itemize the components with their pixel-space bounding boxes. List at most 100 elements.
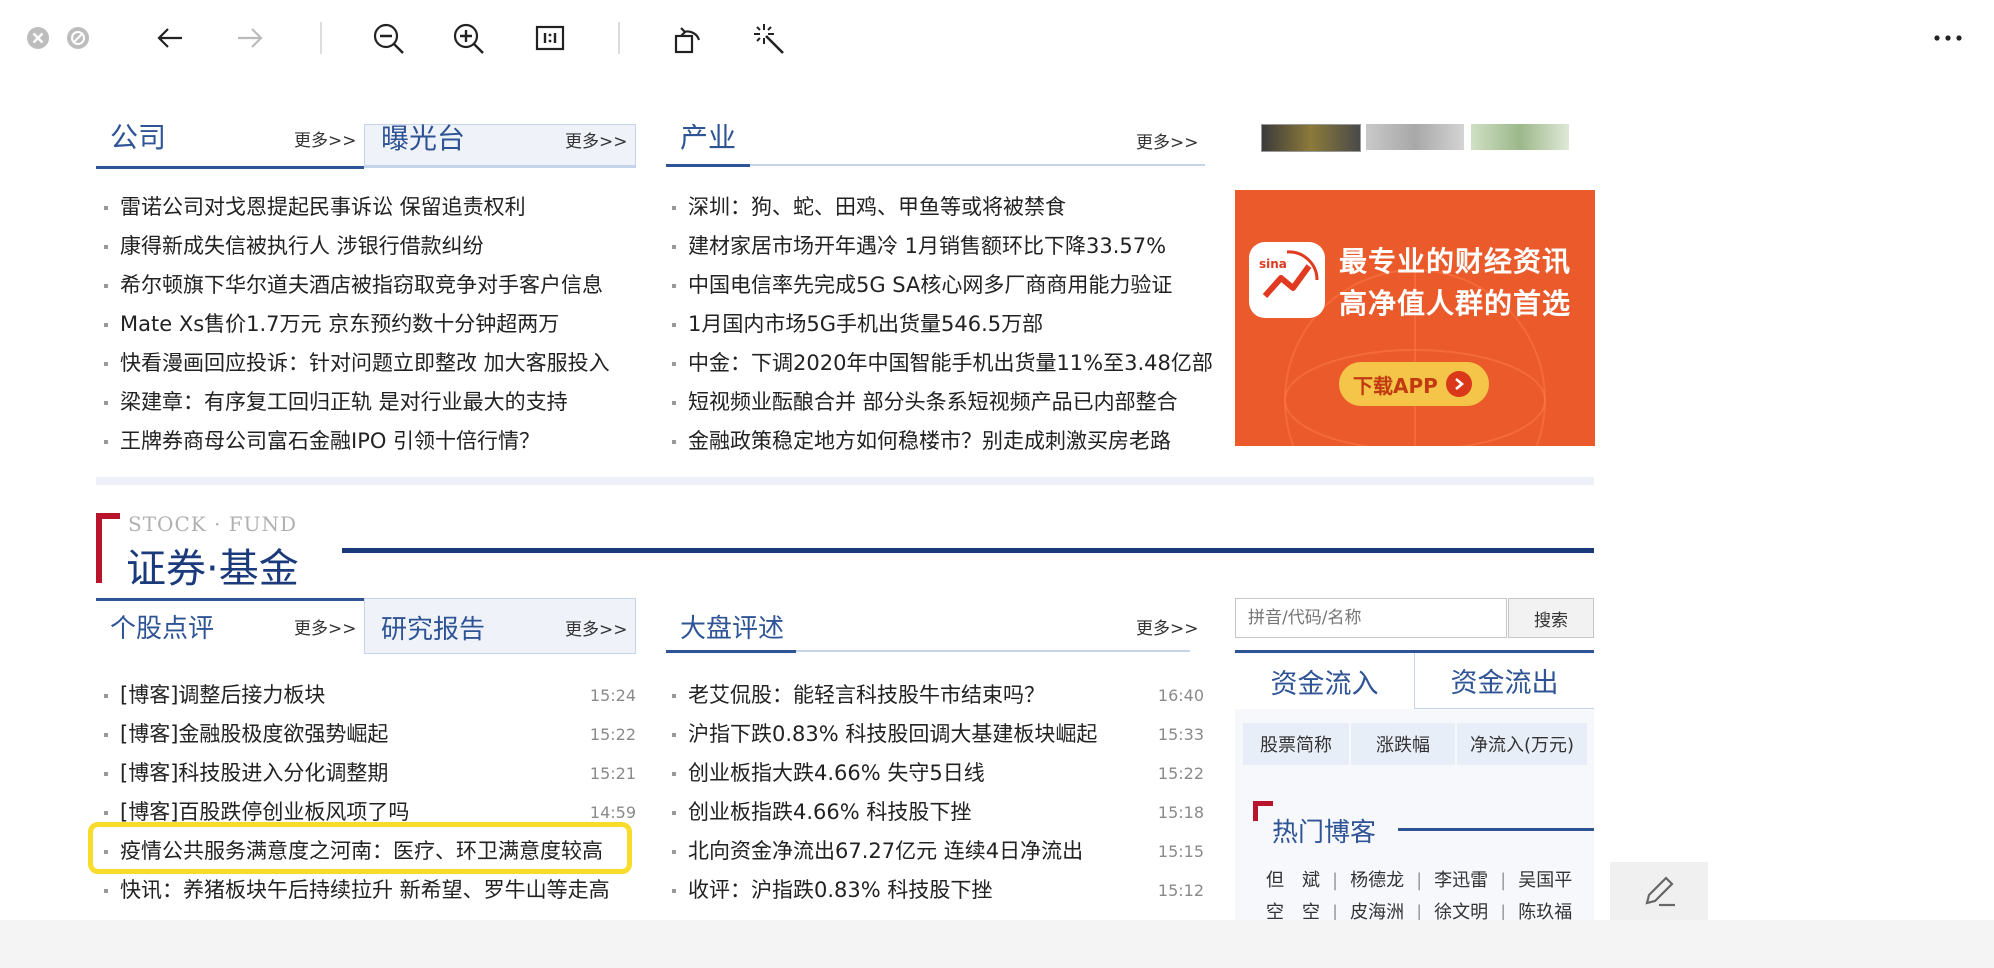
list-item[interactable]: 收评：沪指跌0.83% 科技股下挫 15:12: [672, 871, 1204, 910]
list-item[interactable]: 创业板指大跌4.66% 失守5日线 15:22: [672, 754, 1204, 793]
news-link[interactable]: 王牌券商母公司富石金融IPO 引领十倍行情？: [120, 422, 540, 461]
news-link[interactable]: 1月国内市场5G手机出货量546.5万部: [688, 305, 1043, 344]
section-underline: [750, 164, 1205, 166]
blogger-link[interactable]: 杨德龙: [1350, 870, 1404, 891]
blogger-link[interactable]: 陈玖福: [1518, 902, 1572, 920]
list-item[interactable]: 金融政策稳定地方如何稳楼市？别走成刺激买房老路: [672, 422, 1212, 461]
back-arrow-icon[interactable]: [154, 22, 186, 54]
news-link[interactable]: [博客]调整后接力板块: [120, 676, 325, 715]
news-link[interactable]: 希尔顿旗下华尔道夫酒店被指窃取竞争对手客户信息: [120, 266, 603, 305]
news-link[interactable]: 深圳：狗、蛇、田鸡、甲鱼等或将被禁食: [688, 188, 1066, 227]
news-link[interactable]: [博客]百股跌停创业板风项了吗: [120, 793, 409, 823]
news-link[interactable]: 短视频业酝酿合并 部分头条系短视频产品已内部整合: [688, 383, 1178, 422]
list-item[interactable]: [博客]金融股极度欲强势崛起 15:22: [104, 715, 636, 754]
company-title[interactable]: 公司: [110, 124, 166, 156]
blogger-link[interactable]: 但 斌: [1266, 870, 1320, 891]
tab-research-report[interactable]: 研究报告 更多>>: [364, 598, 636, 654]
news-link[interactable]: [博客]科技股进入分化调整期: [120, 754, 388, 793]
list-item[interactable]: 中金：下调2020年中国智能手机出货量11%至3.48亿部: [672, 344, 1213, 383]
news-link[interactable]: 快看漫画回应投诉：针对问题立即整改 加大客服投入: [120, 344, 610, 383]
stock-review-title[interactable]: 个股点评: [110, 608, 214, 645]
magic-wand-icon[interactable]: [752, 22, 786, 56]
list-item[interactable]: [博客]调整后接力板块 15:24: [104, 676, 636, 715]
list-item[interactable]: 希尔顿旗下华尔道夫酒店被指窃取竞争对手客户信息: [104, 266, 644, 305]
news-link[interactable]: 北向资金净流出67.27亿元 连续4日净流出: [688, 832, 1083, 871]
download-app-button[interactable]: 下载APP: [1339, 362, 1489, 406]
more-horizontal-icon[interactable]: [1932, 26, 1964, 50]
list-item[interactable]: 中国电信率先完成5G SA核心网多厂商商用能力验证: [672, 266, 1212, 305]
market-review-title[interactable]: 大盘评述: [680, 608, 784, 645]
list-item[interactable]: 快讯：养猪板块午后持续拉升 新希望、罗牛山等走高: [104, 871, 636, 910]
list-item[interactable]: [博客]百股跌停创业板风项了吗 14:59: [104, 793, 636, 823]
list-item[interactable]: 短视频业酝酿合并 部分头条系短视频产品已内部整合: [672, 383, 1212, 422]
list-item[interactable]: 雷诺公司对戈恩提起民事诉讼 保留追责权利: [104, 188, 644, 227]
close-icon[interactable]: [26, 26, 50, 50]
forward-arrow-icon[interactable]: [234, 22, 266, 54]
exposure-more-link[interactable]: 更多>>: [565, 127, 628, 152]
search-button[interactable]: 搜索: [1508, 598, 1594, 638]
column-header-change[interactable]: 涨跌幅: [1351, 723, 1455, 765]
column-header-net-inflow[interactable]: 净流入(万元): [1457, 723, 1587, 765]
news-link[interactable]: 建材家居市场开年遇冷 1月销售额环比下降33.57%: [688, 227, 1166, 266]
zoom-in-icon[interactable]: [452, 22, 486, 56]
bullet-icon: [104, 440, 108, 444]
thumbnail-image[interactable]: [1471, 124, 1569, 150]
list-item[interactable]: 建材家居市场开年遇冷 1月销售额环比下降33.57%: [672, 227, 1212, 266]
industry-more-link[interactable]: 更多>>: [1136, 128, 1199, 153]
list-item[interactable]: 深圳：狗、蛇、田鸡、甲鱼等或将被禁食: [672, 188, 1212, 227]
timestamp: 15:22: [1157, 764, 1204, 783]
blogger-link[interactable]: 吴国平: [1518, 870, 1572, 891]
stock-review-more-link[interactable]: 更多>>: [294, 614, 357, 639]
tab-fund-outflow[interactable]: 资金流出: [1415, 653, 1594, 709]
viewer-toolbar: [0, 0, 1994, 124]
news-link[interactable]: 沪指下跌0.83% 科技股回调大基建板块崛起: [688, 715, 1097, 754]
zoom-out-icon[interactable]: [372, 22, 406, 56]
list-item[interactable]: 梁建章：有序复工回归正轨 是对行业最大的支持: [104, 383, 644, 422]
news-link[interactable]: [博客]金融股极度欲强势崛起: [120, 715, 388, 754]
tab-exposure[interactable]: 曝光台 更多>>: [364, 124, 636, 166]
bullet-icon: [672, 323, 676, 327]
thumbnail-image[interactable]: [1261, 124, 1361, 152]
actual-size-icon[interactable]: [534, 22, 566, 54]
blogger-link[interactable]: 李迅雷: [1434, 870, 1488, 891]
news-link[interactable]: 金融政策稳定地方如何稳楼市？别走成刺激买房老路: [688, 422, 1171, 461]
list-item[interactable]: 快看漫画回应投诉：针对问题立即整改 加大客服投入: [104, 344, 644, 383]
news-link[interactable]: 创业板指大跌4.66% 失守5日线: [688, 754, 985, 793]
research-report-more-link[interactable]: 更多>>: [565, 615, 628, 640]
securities-title-bar: [342, 548, 1594, 553]
news-link[interactable]: 雷诺公司对戈恩提起民事诉讼 保留追责权利: [120, 188, 526, 227]
list-item[interactable]: 老艾侃股：能轻言科技股牛市结束吗？ 16:40: [672, 676, 1204, 715]
news-link[interactable]: 创业板指跌4.66% 科技股下挫: [688, 793, 971, 832]
column-header-stock-name[interactable]: 股票简称: [1243, 723, 1349, 765]
blogger-link[interactable]: 徐文明: [1434, 902, 1488, 920]
hot-blog-row: 但 斌 | 杨德龙 | 李迅雷 | 吴国平: [1266, 870, 1573, 891]
news-link[interactable]: 老艾侃股：能轻言科技股牛市结束吗？: [688, 676, 1045, 715]
list-item[interactable]: [博客]科技股进入分化调整期 15:21: [104, 754, 636, 793]
list-item[interactable]: 创业板指跌4.66% 科技股下挫 15:18: [672, 793, 1204, 832]
blogger-link[interactable]: 皮海洲: [1350, 902, 1404, 920]
list-item[interactable]: 沪指下跌0.83% 科技股回调大基建板块崛起 15:33: [672, 715, 1204, 754]
edit-button[interactable]: [1610, 862, 1708, 920]
news-link[interactable]: Mate Xs售价1.7万元 京东预约数十分钟超两万: [120, 305, 559, 344]
company-more-link[interactable]: 更多>>: [294, 126, 357, 151]
app-download-ad[interactable]: sina 最专业的财经资讯 高净值人群的首选 下载APP: [1235, 190, 1595, 446]
blogger-link[interactable]: 空 空: [1266, 902, 1320, 920]
industry-title[interactable]: 产业: [680, 124, 736, 156]
list-item[interactable]: 北向资金净流出67.27亿元 连续4日净流出 15:15: [672, 832, 1204, 871]
stock-search-input[interactable]: [1235, 598, 1507, 638]
list-item[interactable]: Mate Xs售价1.7万元 京东预约数十分钟超两万: [104, 305, 644, 344]
rotate-icon[interactable]: [672, 22, 704, 54]
news-link[interactable]: 康得新成失信被执行人 涉银行借款纠纷: [120, 227, 484, 266]
market-review-more-link[interactable]: 更多>>: [1136, 614, 1199, 639]
minimize-icon[interactable]: [66, 26, 90, 50]
news-link[interactable]: 收评：沪指跌0.83% 科技股下挫: [688, 871, 992, 910]
news-link[interactable]: 中国电信率先完成5G SA核心网多厂商商用能力验证: [688, 266, 1172, 305]
thumbnail-image[interactable]: [1366, 124, 1464, 150]
news-link[interactable]: 快讯：养猪板块午后持续拉升 新希望、罗牛山等走高: [120, 871, 610, 910]
news-link[interactable]: 中金：下调2020年中国智能手机出货量11%至3.48亿部: [688, 344, 1213, 383]
list-item[interactable]: 1月国内市场5G手机出货量546.5万部: [672, 305, 1212, 344]
list-item[interactable]: 康得新成失信被执行人 涉银行借款纠纷: [104, 227, 644, 266]
news-link[interactable]: 梁建章：有序复工回归正轨 是对行业最大的支持: [120, 383, 568, 422]
list-item[interactable]: 王牌券商母公司富石金融IPO 引领十倍行情？: [104, 422, 644, 461]
tab-fund-inflow[interactable]: 资金流入: [1235, 653, 1415, 709]
